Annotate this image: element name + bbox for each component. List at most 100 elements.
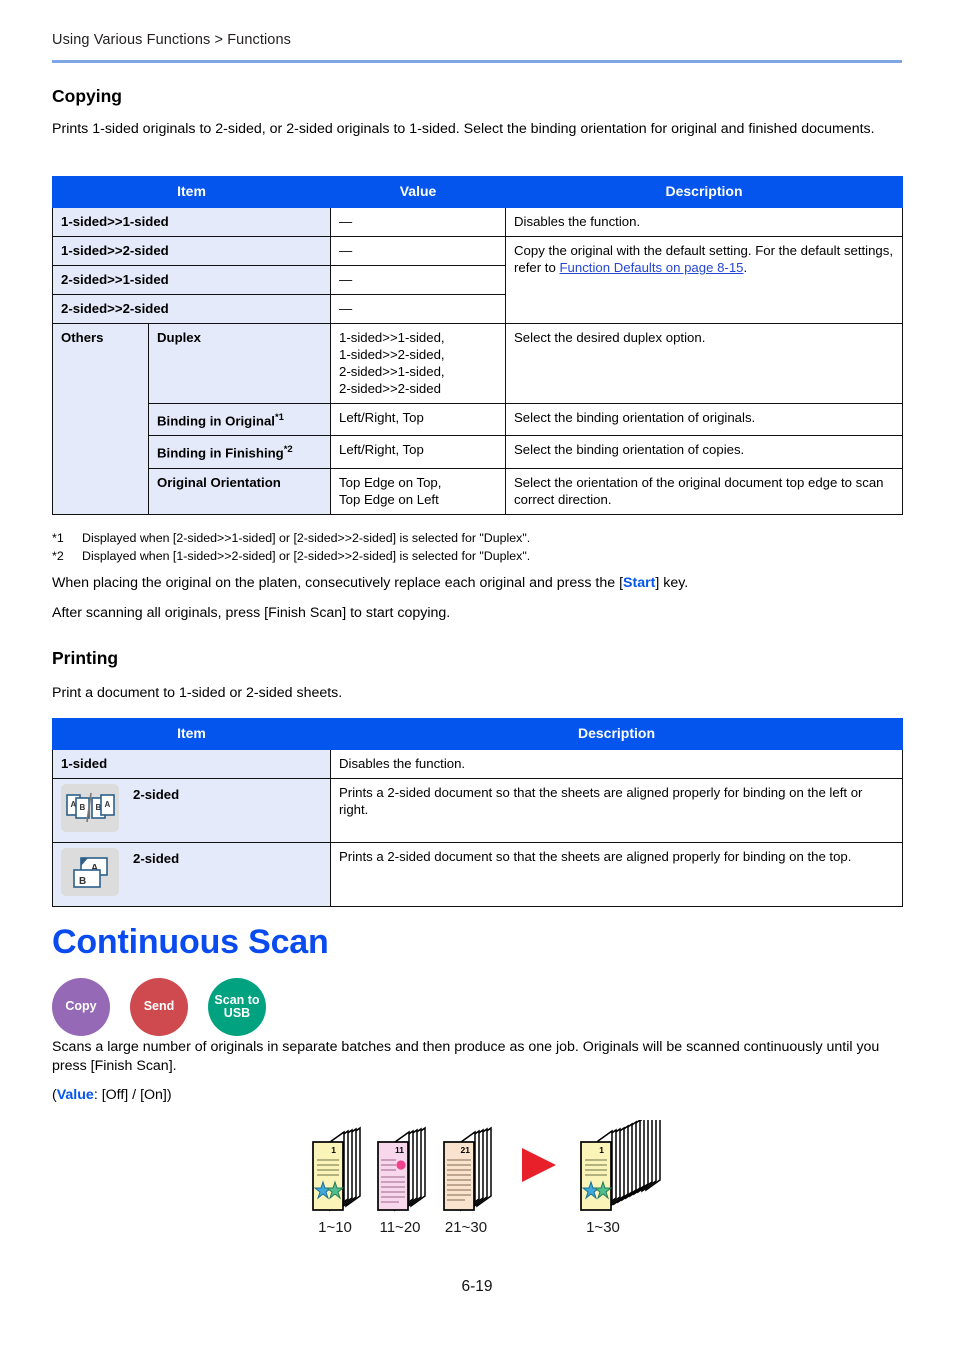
- cell-description: Disables the function.: [330, 749, 903, 779]
- table-row: 1-sided>>2-sided — Copy the original wit…: [51, 236, 904, 324]
- badge-copy: Copy: [52, 978, 110, 1036]
- stack-caption-3: 21~30: [445, 1219, 487, 1236]
- table-header-row: Item Value Description: [51, 176, 904, 208]
- value-post: : [Off] / [On]): [93, 1087, 172, 1103]
- footnote-marker: *1: [52, 531, 64, 545]
- cell-description: Select the desired duplex option.: [505, 323, 904, 404]
- footnote-text: Displayed when [1-sided>>2-sided] or [2-…: [82, 548, 531, 563]
- finish-scan-note: After scanning all originals, press [Fin…: [52, 605, 451, 621]
- cell-item: Duplex: [147, 323, 332, 404]
- footnote-marker: *2: [283, 444, 293, 456]
- cell-value: Top Edge on Top, Top Edge on Left: [330, 467, 507, 515]
- stack-page-number: 1: [599, 1145, 604, 1155]
- cell-description: Select the binding orientation of origin…: [505, 402, 904, 437]
- continuous-scan-intro: Scans a large number of originals in sep…: [52, 1039, 880, 1074]
- stack-page-number: 21: [461, 1145, 471, 1155]
- page-number: 6-19: [461, 1278, 493, 1295]
- duplex-left-right-icon: A B B A: [61, 784, 119, 836]
- cell-item: 1-sided: [52, 749, 331, 779]
- cell-item: 2-sided>>1-sided: [51, 265, 332, 295]
- note-post: ] key.: [655, 575, 689, 591]
- right-arrow-icon: [522, 1148, 556, 1182]
- cell-value: Left/Right, Top: [330, 435, 507, 469]
- table-row-binding-original: Binding in Original*1 Left/Right, Top Se…: [53, 402, 904, 437]
- column-header-description: Description: [330, 718, 903, 750]
- cell-value: —: [330, 294, 507, 324]
- cell-description: Prints a 2-sided document so that the sh…: [330, 842, 903, 907]
- cell-value: Left/Right, Top: [330, 402, 507, 437]
- column-header-item: Item: [51, 176, 332, 208]
- document-stack-1: 1: [312, 1126, 361, 1212]
- stack-page-number: 11: [395, 1145, 404, 1155]
- badge-send: Send: [130, 978, 188, 1036]
- column-header-item: Item: [52, 718, 331, 750]
- page-title-printing: Printing: [52, 648, 119, 668]
- function-defaults-link[interactable]: Function Defaults on page 8-15: [559, 260, 743, 275]
- continuous-scan-illustration: 1 1~10 11 11~20 21 21~30 1 1~30: [0, 1110, 954, 1250]
- footnotes: *1 Displayed when [2-sided>>1-sided] or …: [52, 530, 904, 565]
- cell-value: —: [330, 265, 507, 295]
- stack-caption-1: 1~10: [318, 1219, 352, 1236]
- cell-item: A B B A 2-sided: [52, 778, 331, 843]
- cell-description: Prints a 2-sided document so that the sh…: [330, 778, 903, 843]
- stack-page-number: 1: [331, 1145, 336, 1155]
- svg-text:A: A: [105, 800, 111, 809]
- stack-caption-result: 1~30: [586, 1219, 620, 1236]
- badge-label: Scan to USB: [214, 992, 260, 1020]
- badge-label: Copy: [65, 999, 97, 1014]
- page-title-copying: Copying: [52, 86, 122, 106]
- section-title-continuous-scan: Continuous Scan: [52, 923, 329, 961]
- cell-description: Disables the function.: [505, 207, 904, 237]
- start-key-keyword: Start: [623, 575, 656, 591]
- value-keyword: Value: [56, 1087, 94, 1103]
- continuous-scan-value: (Value: [Off] / [On]): [52, 1086, 904, 1105]
- table-row: 1-sided>>1-sided — Disables the function…: [51, 207, 904, 237]
- svg-text:B: B: [79, 876, 86, 887]
- column-header-value: Value: [330, 176, 507, 208]
- table-row: 1-sided Disables the function.: [52, 749, 903, 779]
- item-label: 2-sided: [133, 787, 180, 802]
- column-header-description: Description: [505, 176, 904, 208]
- cell-item: A B 2-sided: [52, 842, 331, 907]
- feature-badges: Copy Send Scan to USB: [52, 978, 266, 1036]
- breadcrumb: Using Various Functions > Functions: [52, 32, 291, 48]
- footnote-item: *2 Displayed when [1-sided>>2-sided] or …: [52, 548, 904, 566]
- document-page: Using Various Functions > Functions Copy…: [0, 0, 954, 1350]
- badge-scan-to-usb: Scan to USB: [208, 978, 266, 1036]
- item-label: 2-sided: [133, 851, 180, 866]
- cell-value: —: [330, 207, 507, 237]
- cell-description: Select the binding orientation of copies…: [505, 435, 904, 469]
- document-stack-3: 21: [443, 1126, 492, 1212]
- table-row-others-duplex: Others Duplex 1-sided>>1-sided, 1-sided>…: [52, 323, 904, 515]
- item-label: Binding in Original: [157, 413, 275, 429]
- copying-intro: Prints 1-sided originals to 2-sided, or …: [52, 121, 875, 137]
- table-row-binding-finishing: Binding in Finishing*2 Left/Right, Top S…: [53, 435, 904, 469]
- header-divider: [52, 60, 902, 63]
- document-stack-result: 1: [580, 1110, 661, 1211]
- table-row-original-orientation: Original Orientation Top Edge on Top, To…: [53, 467, 904, 515]
- table-row: A B B A 2-sided Prints a 2-sided documen…: [52, 778, 903, 843]
- illustration-svg: 1 1~10 11 11~20 21 21~30 1 1~30: [312, 1110, 661, 1236]
- cell-value: —: [330, 236, 507, 266]
- svg-text:B: B: [80, 803, 86, 812]
- cell-item: 1-sided>>1-sided: [51, 207, 332, 237]
- table-row: A B 2-sided Prints a 2-sided document so…: [52, 842, 903, 907]
- cell-item: 2-sided>>2-sided: [51, 294, 332, 324]
- table-header-row: Item Description: [52, 718, 903, 750]
- item-label: Binding in Finishing: [157, 445, 284, 461]
- document-stack-2: 11: [377, 1126, 426, 1212]
- footnote-item: *1 Displayed when [2-sided>>1-sided] or …: [52, 530, 904, 548]
- badge-label: Send: [143, 999, 175, 1014]
- cell-others-label: Others: [52, 323, 149, 515]
- desc-text-post: .: [743, 260, 748, 275]
- duplex-top-icon: A B: [61, 848, 119, 900]
- cell-description: Copy the original with the default setti…: [505, 236, 904, 324]
- printing-intro: Print a document to 1-sided or 2-sided s…: [52, 685, 343, 701]
- note-pre: When placing the original on the platen,…: [52, 575, 624, 591]
- platen-note: When placing the original on the platen,…: [52, 574, 904, 593]
- stack-caption-2: 11~20: [379, 1219, 420, 1236]
- printing-table: Item Description 1-sided Disables the fu…: [52, 718, 903, 907]
- cell-description: Select the orientation of the original d…: [505, 467, 904, 515]
- footnote-marker: *1: [274, 412, 284, 423]
- cell-item: Original Orientation: [147, 467, 332, 515]
